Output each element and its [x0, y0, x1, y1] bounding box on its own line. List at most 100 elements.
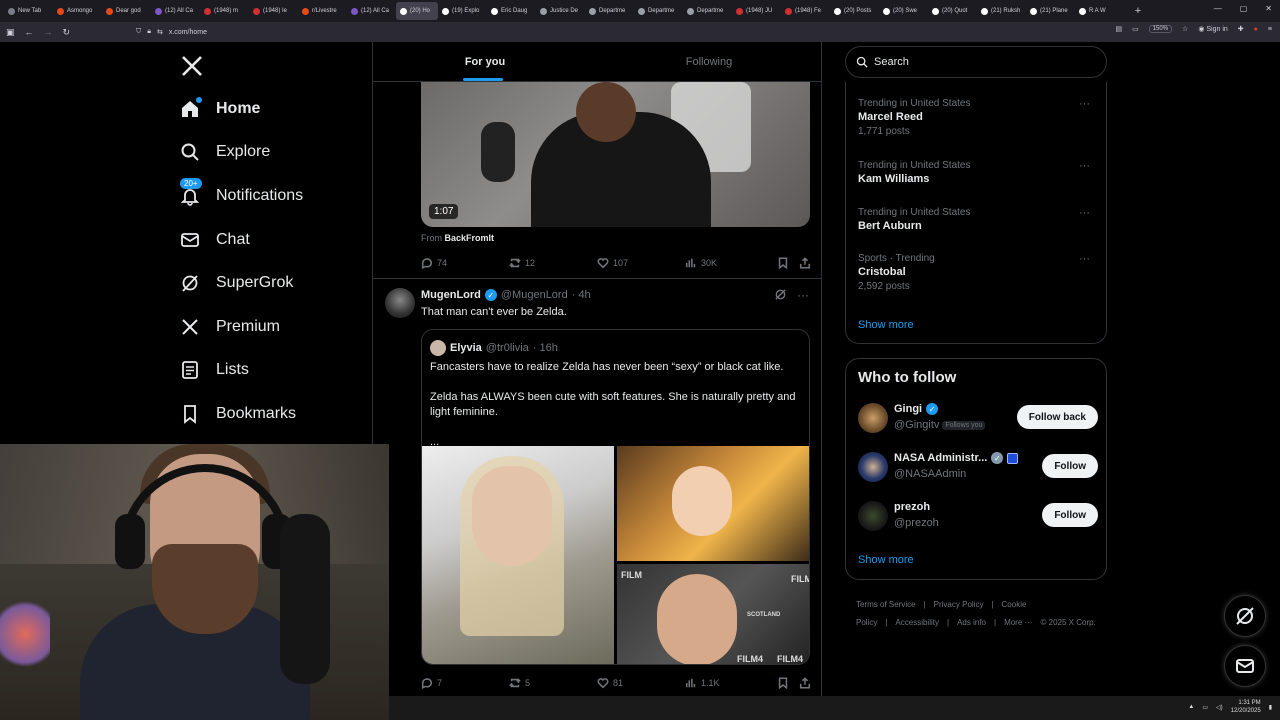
browser-tab[interactable]: (20) Quot — [928, 2, 977, 20]
footer-link[interactable]: Ads info — [957, 618, 986, 627]
grok-fab-button[interactable] — [1224, 595, 1266, 637]
more-options-icon[interactable]: ··· — [1079, 253, 1090, 265]
chevron-up-icon[interactable]: ▲ — [1188, 704, 1194, 710]
more-options-icon[interactable]: ··· — [1079, 160, 1090, 172]
url-bar[interactable]: ⛉ 🔒︎ ⇆ x.com/home — [130, 24, 1130, 40]
browser-tab[interactable]: (1948) Ie — [249, 2, 298, 20]
reply-button[interactable]: 7 — [421, 677, 509, 689]
close-icon[interactable]: ✕ — [1265, 4, 1272, 13]
follow-suggestion[interactable]: Gingi ✓ @Gingitv Follows you Follow back — [858, 401, 1098, 437]
clock[interactable]: 1:31 PM 12/20/2025 — [1231, 699, 1261, 715]
account-icon[interactable]: ◉ Sign in — [1198, 25, 1227, 33]
follow-button[interactable]: Follow — [1042, 454, 1098, 478]
browser-tab[interactable]: Departme — [585, 2, 634, 20]
repost-button[interactable]: 12 — [509, 257, 597, 269]
minimize-icon[interactable]: — — [1214, 4, 1222, 13]
extensions-icon[interactable]: ✚ — [1238, 25, 1244, 33]
bookmark-button[interactable] — [777, 257, 799, 269]
x-logo-icon[interactable] — [180, 54, 204, 78]
browser-tab[interactable]: Departme — [683, 2, 732, 20]
tab-following[interactable]: Following — [597, 42, 821, 81]
from-source-link[interactable]: BackFromIt — [445, 233, 495, 243]
more-options-icon[interactable]: ··· — [1079, 98, 1090, 110]
browser-tab[interactable]: (12) All Ca — [151, 2, 200, 20]
nav-notifications[interactable]: 20+ Notifications — [180, 178, 303, 211]
menu-icon[interactable]: ≡ — [1268, 26, 1272, 33]
browser-tab[interactable]: New Tab — [4, 2, 53, 20]
show-more-link[interactable]: Show more — [858, 319, 914, 331]
avatar[interactable] — [858, 403, 888, 433]
volume-icon[interactable]: ◁) — [1216, 704, 1223, 711]
repost-button[interactable]: 5 — [509, 677, 597, 689]
quoted-post[interactable]: Elyvia @tr0livia · 16h Fancasters have t… — [421, 329, 810, 665]
back-icon[interactable]: ← — [25, 27, 34, 37]
browser-tab[interactable]: (20) Posts — [830, 2, 879, 20]
browser-tab[interactable]: Departme — [634, 2, 683, 20]
reply-button[interactable]: 74 — [421, 257, 509, 269]
follow-button[interactable]: Follow — [1042, 503, 1098, 527]
post-time[interactable]: · 4h — [572, 289, 591, 301]
browser-tab[interactable]: (1948) Fe — [781, 2, 830, 20]
browser-tab[interactable]: (12) All Ca — [347, 2, 396, 20]
nav-premium[interactable]: Premium — [180, 312, 280, 342]
like-button[interactable]: 107 — [597, 257, 685, 269]
browser-tab[interactable]: Eric Daug — [487, 2, 536, 20]
video-player[interactable]: 1:07 — [421, 82, 810, 227]
nav-supergrok[interactable]: SuperGrok — [180, 268, 293, 298]
share-button[interactable] — [799, 677, 811, 689]
reader-icon[interactable]: ▤ — [1115, 25, 1122, 33]
nav-lists[interactable]: Lists — [180, 355, 249, 385]
browser-tab[interactable]: (19) Explo — [438, 2, 487, 20]
network-icon[interactable]: ▭ — [1202, 704, 1208, 711]
forward-icon[interactable]: → — [44, 27, 53, 37]
new-tab-button[interactable]: + — [1128, 5, 1148, 17]
search-input[interactable]: Search — [845, 46, 1107, 78]
author-handle[interactable]: @MugenLord — [501, 289, 568, 301]
browser-tab[interactable]: (20) Ho — [396, 2, 438, 20]
browser-tab[interactable]: R A W — [1075, 2, 1124, 20]
maximize-icon[interactable]: ▢ — [1240, 4, 1248, 13]
notification-icon[interactable]: ● — [1254, 26, 1258, 33]
bookmark-button[interactable] — [777, 677, 799, 689]
media-image[interactable] — [617, 446, 809, 561]
browser-tab[interactable]: Asmongo — [53, 2, 102, 20]
author-name[interactable]: MugenLord — [421, 289, 481, 301]
browser-tab[interactable]: r/Livestre — [298, 2, 347, 20]
nav-chat[interactable]: Chat — [180, 225, 250, 255]
nav-home[interactable]: Home — [180, 94, 260, 124]
nav-explore[interactable]: Explore — [180, 137, 270, 167]
sidebar-toggle-icon[interactable]: ▣ — [6, 27, 15, 38]
media-image[interactable]: FILM FILM4 FILM SCOTLAND FILM4 — [617, 564, 809, 664]
tab-for-you[interactable]: For you — [373, 42, 597, 81]
browser-tab[interactable]: (1948) JU — [732, 2, 781, 20]
footer-link[interactable]: More ··· — [1004, 618, 1032, 627]
footer-link[interactable]: Terms of Service — [856, 600, 916, 609]
show-more-link[interactable]: Show more — [858, 554, 914, 566]
trend-item[interactable]: Trending in United States Kam Williams ·… — [858, 160, 1098, 185]
browser-tab[interactable]: (1948) m — [200, 2, 249, 20]
follow-suggestion[interactable]: prezoh @prezoh Follow — [858, 499, 1098, 535]
nav-bookmarks[interactable]: Bookmarks — [180, 399, 296, 429]
star-icon[interactable]: ☆ — [1182, 25, 1188, 33]
footer-link[interactable]: Accessibility — [895, 618, 939, 627]
trend-item[interactable]: Trending in United States Bert Auburn ··… — [858, 207, 1098, 232]
share-button[interactable] — [799, 257, 811, 269]
avatar[interactable] — [858, 501, 888, 531]
follow-back-button[interactable]: Follow back — [1016, 405, 1098, 429]
reload-icon[interactable]: ↻ — [63, 27, 71, 38]
more-options-icon[interactable]: ··· — [1079, 207, 1090, 219]
notifications-tray-icon[interactable]: ▮ — [1269, 704, 1272, 711]
browser-tab[interactable]: (21) Ruksh — [977, 2, 1026, 20]
media-image[interactable] — [422, 446, 614, 664]
screenshot-icon[interactable]: ▭ — [1132, 25, 1139, 33]
avatar[interactable] — [385, 288, 415, 318]
zoom-badge[interactable]: 150% — [1148, 25, 1173, 33]
avatar[interactable] — [858, 452, 888, 482]
trend-item[interactable]: Sports · Trending Cristobal 2,592 posts … — [858, 253, 1098, 292]
views-button[interactable]: 1.1K — [685, 677, 777, 689]
follow-suggestion[interactable]: NASA Administr... ✓ @NASAAdmin Follow — [858, 450, 1098, 486]
browser-tab[interactable]: (21) Plane — [1026, 2, 1075, 20]
more-options-icon[interactable]: ··· — [797, 288, 809, 304]
footer-link[interactable]: Privacy Policy — [934, 600, 984, 609]
browser-tab[interactable]: (20) Swe — [879, 2, 928, 20]
